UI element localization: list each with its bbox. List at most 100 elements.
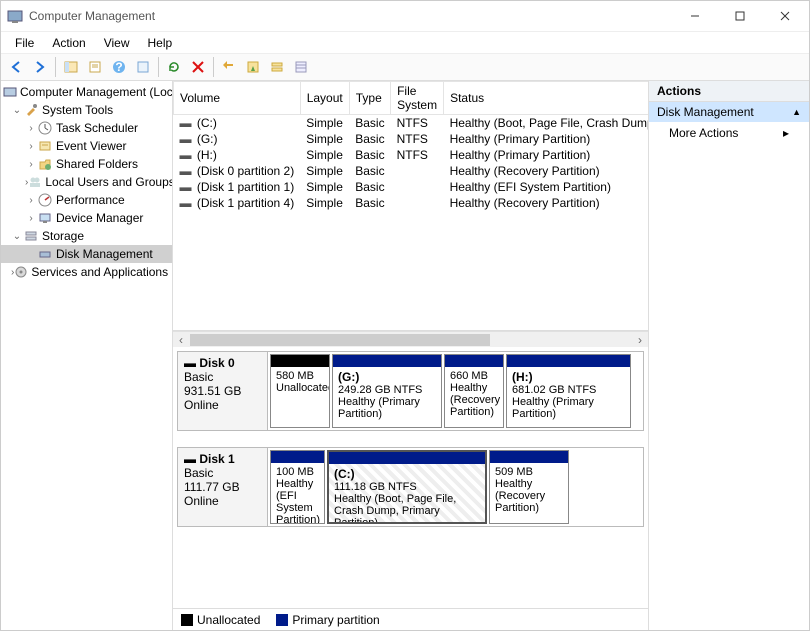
partition-cap	[329, 452, 485, 464]
tree-label: Local Users and Groups	[45, 175, 173, 189]
table-row[interactable]: ▬ (Disk 0 partition 2) SimpleBasicHealth…	[174, 163, 649, 179]
item-icon	[28, 174, 42, 190]
svg-text:?: ?	[115, 60, 122, 74]
toolbar: ?	[1, 53, 809, 81]
col-header[interactable]: Type	[349, 82, 390, 115]
table-row[interactable]: ▬ (G:) SimpleBasicNTFSHealthy (Primary P…	[174, 131, 649, 147]
partition[interactable]: (H:)681.02 GB NTFSHealthy (Primary Parti…	[506, 354, 631, 428]
tree-system-tools[interactable]: ⌄ System Tools	[1, 101, 172, 119]
partition[interactable]: 100 MBHealthy (EFI System Partition)	[270, 450, 325, 524]
tree-item[interactable]: › Local Users and Groups	[1, 173, 172, 191]
disk-graphical-view[interactable]: ▬ Disk 0Basic931.51 GBOnline 580 MBUnall…	[173, 347, 648, 608]
table-row[interactable]: ▬ (Disk 1 partition 4) SimpleBasicHealth…	[174, 195, 649, 211]
properties-button[interactable]	[132, 56, 154, 78]
table-row[interactable]: ▬ (H:) SimpleBasicNTFSHealthy (Primary P…	[174, 147, 649, 163]
actions-more[interactable]: More Actions ▸	[649, 122, 809, 144]
item-icon	[37, 210, 53, 226]
partition[interactable]: (C:)111.18 GB NTFSHealthy (Boot, Page Fi…	[327, 450, 487, 524]
partition-body: 660 MBHealthy (Recovery Partition)	[445, 367, 503, 427]
collapse-icon[interactable]: ⌄	[11, 231, 23, 242]
item-icon	[37, 120, 53, 136]
tree-root[interactable]: Computer Management (Local)	[1, 83, 172, 101]
partition-body: (C:)111.18 GB NTFSHealthy (Boot, Page Fi…	[329, 464, 485, 522]
menu-action[interactable]: Action	[44, 34, 93, 52]
tree-item[interactable]: › Shared Folders	[1, 155, 172, 173]
collapse-icon[interactable]: ⌄	[11, 105, 23, 116]
actions-section[interactable]: Disk Management ▲	[649, 102, 809, 122]
table-row[interactable]: ▬ (C:) SimpleBasicNTFSHealthy (Boot, Pag…	[174, 115, 649, 132]
volume-icon: ▬	[180, 148, 194, 162]
window-title: Computer Management	[29, 9, 672, 23]
menu-view[interactable]: View	[96, 34, 138, 52]
col-header[interactable]: Volume	[174, 82, 301, 115]
undo-button[interactable]	[218, 56, 240, 78]
volume-list-button[interactable]	[242, 56, 264, 78]
partition[interactable]: 660 MBHealthy (Recovery Partition)	[444, 354, 504, 428]
tree-label: Storage	[42, 229, 84, 243]
partition[interactable]: 580 MBUnallocated	[270, 354, 330, 428]
tree-pane[interactable]: Computer Management (Local) ⌄ System Too…	[1, 81, 173, 630]
disk-row: ▬ Disk 0Basic931.51 GBOnline 580 MBUnall…	[177, 351, 644, 431]
partition-cap	[271, 451, 324, 463]
disk-row: ▬ Disk 1Basic111.77 GBOnline 100 MBHealt…	[177, 447, 644, 527]
partition-cap	[507, 355, 630, 367]
col-header[interactable]: File System	[391, 82, 444, 115]
partition[interactable]: 509 MBHealthy (Recovery Partition)	[489, 450, 569, 524]
table-row[interactable]: ▬ (Disk 1 partition 1) SimpleBasicHealth…	[174, 179, 649, 195]
refresh-button[interactable]	[163, 56, 185, 78]
list-view-button[interactable]	[290, 56, 312, 78]
expand-icon[interactable]: ›	[25, 159, 37, 170]
h-scrollbar[interactable]: ‹ ›	[173, 331, 648, 347]
toolbar-sep	[158, 57, 159, 77]
partition-body: (H:)681.02 GB NTFSHealthy (Primary Parti…	[507, 367, 630, 427]
tree-services[interactable]: › Services and Applications	[1, 263, 172, 281]
maximize-button[interactable]	[717, 2, 762, 30]
scroll-left-icon[interactable]: ‹	[173, 333, 189, 347]
col-header[interactable]: Layout	[300, 82, 349, 115]
minimize-button[interactable]	[672, 2, 717, 30]
expand-icon[interactable]: ›	[25, 213, 37, 224]
expand-icon[interactable]: ›	[25, 195, 37, 206]
tree-item[interactable]: › Performance	[1, 191, 172, 209]
help-button[interactable]: ?	[108, 56, 130, 78]
close-button[interactable]	[762, 2, 807, 30]
expand-icon[interactable]: ›	[25, 123, 37, 134]
back-button[interactable]	[5, 56, 27, 78]
scroll-right-icon[interactable]: ›	[632, 333, 648, 347]
tree-item[interactable]: › Device Manager	[1, 209, 172, 227]
services-icon	[14, 264, 28, 280]
tree-label: Disk Management	[56, 247, 153, 261]
expand-icon[interactable]: ›	[25, 141, 37, 152]
storage-icon	[23, 228, 39, 244]
export-list-button[interactable]	[84, 56, 106, 78]
disk-info[interactable]: ▬ Disk 0Basic931.51 GBOnline	[178, 352, 268, 430]
tree-item[interactable]: › Event Viewer	[1, 137, 172, 155]
tree-storage[interactable]: ⌄ Storage	[1, 227, 172, 245]
partition-cap	[271, 355, 329, 367]
forward-button[interactable]	[29, 56, 51, 78]
volume-icon: ▬	[180, 164, 194, 178]
partition-cap	[333, 355, 441, 367]
partition-body: (G:)249.28 GB NTFSHealthy (Primary Parti…	[333, 367, 441, 427]
volume-table[interactable]: VolumeLayoutTypeFile SystemStatus ▬ (C:)…	[173, 81, 648, 331]
show-hide-tree-button[interactable]	[60, 56, 82, 78]
window-root: Computer Management File Action View Hel…	[0, 0, 810, 631]
partition-cap	[490, 451, 568, 463]
disk-info[interactable]: ▬ Disk 1Basic111.77 GBOnline	[178, 448, 268, 526]
partition-cap	[445, 355, 503, 367]
tree-item[interactable]: › Task Scheduler	[1, 119, 172, 137]
partition[interactable]: (G:)249.28 GB NTFSHealthy (Primary Parti…	[332, 354, 442, 428]
window-controls	[672, 2, 807, 30]
delete-button[interactable]	[187, 56, 209, 78]
tree-disk-management[interactable]: Disk Management	[1, 245, 172, 263]
graphical-view-button[interactable]	[266, 56, 288, 78]
volume-icon: ▬	[180, 116, 194, 130]
scroll-thumb[interactable]	[190, 334, 490, 346]
partitions: 100 MBHealthy (EFI System Partition) (C:…	[268, 448, 643, 526]
tree-label: Event Viewer	[56, 139, 126, 153]
menu-help[interactable]: Help	[140, 34, 181, 52]
item-icon	[37, 192, 53, 208]
col-header[interactable]: Status	[444, 82, 648, 115]
menu-file[interactable]: File	[7, 34, 42, 52]
disk-icon: ▬	[184, 356, 196, 370]
